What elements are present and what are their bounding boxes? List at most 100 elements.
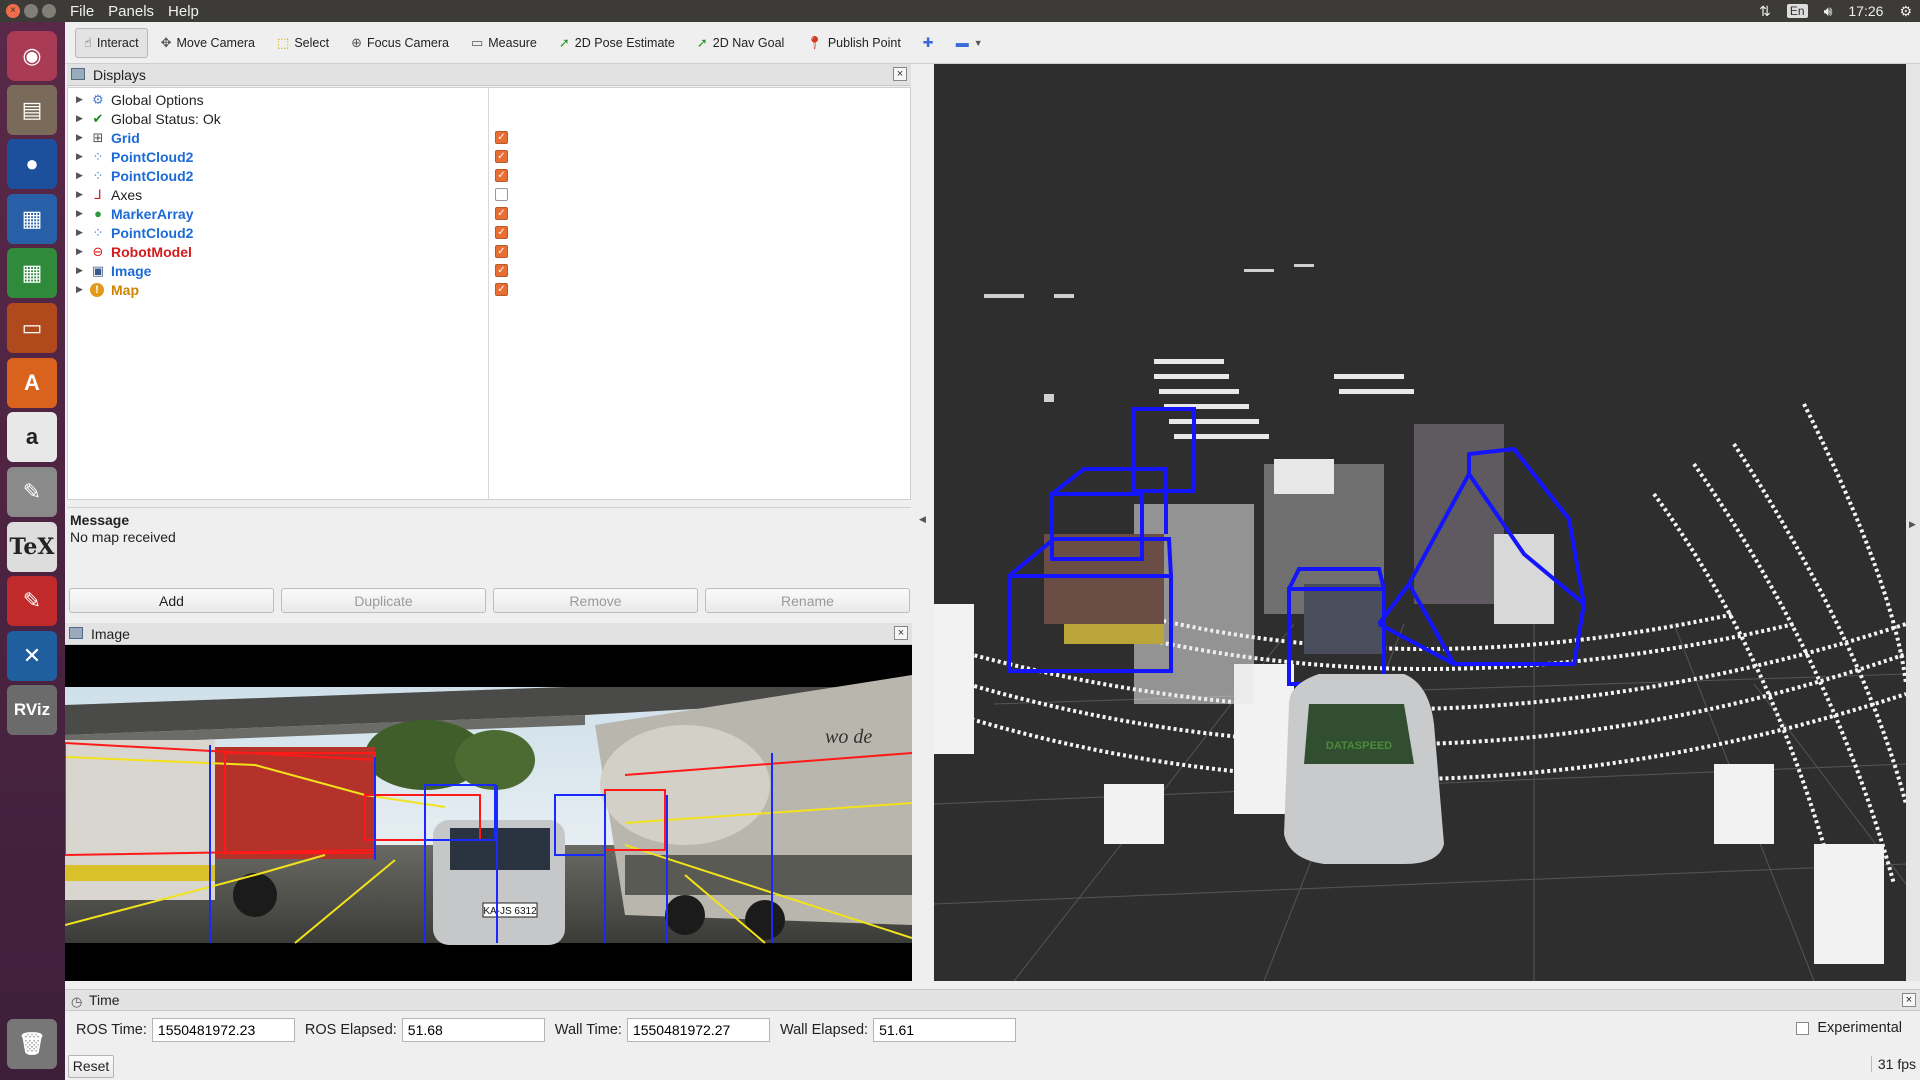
expand-arrow-icon[interactable]: ▶ [76,170,83,181]
tool-select[interactable]: ⬚ Select [268,28,338,58]
experimental-toggle[interactable]: Experimental [1796,1020,1902,1036]
panel-splitter[interactable]: ◀ [912,64,934,981]
close-icon[interactable]: × [1902,993,1916,1007]
menu-help[interactable]: Help [168,3,199,20]
collapse-right-icon[interactable]: ▶ [1909,519,1916,530]
keyboard-layout-indicator[interactable]: En [1786,4,1808,18]
close-icon[interactable]: × [894,626,908,640]
display-enabled-checkbox[interactable]: ✓ [495,169,508,182]
expand-arrow-icon[interactable]: ▶ [76,113,83,124]
wall-elapsed-field[interactable] [873,1018,1017,1042]
wall-time-label: Wall Time: [554,1022,622,1038]
software-center-icon[interactable]: A [7,358,57,408]
display-enabled-checkbox[interactable]: ✓ [495,131,508,144]
display-row[interactable]: ▶ ⁘ PointCloud2 ✓ [68,147,912,166]
menu-panels[interactable]: Panels [108,3,154,20]
ubuntu-dash-icon[interactable]: ◉ [7,31,57,81]
duplicate-button[interactable]: Duplicate [281,588,486,613]
tool-move-camera[interactable]: ✥ Move Camera [152,28,264,58]
display-enabled-checkbox[interactable]: ✓ [495,264,508,277]
expand-arrow-icon[interactable]: ▶ [76,132,83,143]
message-box: Message No map received [67,507,911,581]
wall-time-field[interactable] [626,1018,770,1042]
display-row[interactable]: ▶ ⚙ Global Options [68,90,912,109]
vertical-scrollbar[interactable]: ▶ [1906,64,1920,981]
display-row[interactable]: ▶ ⊞ Grid ✓ [68,128,912,147]
window-maximize-button[interactable] [42,4,56,18]
3d-render-view[interactable]: DATASPEED [934,64,1906,981]
display-row[interactable]: ▶ ● MarkerArray ✓ [68,204,912,223]
menu-file[interactable]: File [70,3,94,20]
texmaker-icon[interactable]: TeX [7,522,57,572]
window-minimize-button[interactable] [24,4,38,18]
calc-icon[interactable]: ▦ [7,248,57,298]
display-enabled-checkbox[interactable]: ✓ [495,245,508,258]
expand-arrow-icon[interactable]: ▶ [76,284,83,295]
display-row-label: Grid [111,129,140,146]
image-panel-title: Image [91,625,130,642]
add-button[interactable]: Add [69,588,274,613]
display-row[interactable]: ▶ ⁘ PointCloud2 ✓ [68,223,912,242]
display-row[interactable]: ▶ ⁘ PointCloud2 ✓ [68,166,912,185]
display-enabled-checkbox[interactable]: ✓ [495,150,508,163]
remove-tool-button[interactable]: ▬ ▼ [947,28,992,58]
message-header: Message [70,512,130,528]
expand-arrow-icon[interactable]: ▶ [76,208,83,219]
window-close-button[interactable]: × [6,4,20,18]
tool-measure[interactable]: ▭ Measure [462,28,546,58]
experimental-checkbox[interactable] [1796,1021,1810,1035]
add-tool-button[interactable]: ✚ [914,28,943,58]
experimental-label: Experimental [1817,1020,1902,1036]
map-pin-icon: 📍︎ [806,34,823,50]
display-row[interactable]: ▶ ▣ Image ✓ [68,261,912,280]
display-row-label: MarkerArray [111,205,194,222]
display-row[interactable]: ▶! Map ✓ [68,280,912,299]
ros-time-field[interactable] [151,1018,295,1042]
display-enabled-checkbox[interactable] [495,188,508,201]
trash-icon[interactable]: 🗑︎ [7,1019,57,1069]
grid-icon: ⊞ [92,129,104,145]
display-enabled-checkbox[interactable]: ✓ [495,283,508,296]
tool-focus-camera[interactable]: ⊕ Focus Camera [342,28,458,58]
volume-icon[interactable]: 🔊︎ [1824,3,1833,20]
rviz-icon[interactable]: RViz [7,685,57,735]
tool-2d-pose-estimate[interactable]: ➚ 2D Pose Estimate [550,28,684,58]
display-row-label: RobotModel [111,243,192,260]
display-row[interactable]: ▶ ✔ Global Status: Ok [68,109,912,128]
rename-button[interactable]: Rename [705,588,910,613]
tool-interact[interactable]: ☝ Interact [75,27,148,58]
camera-image-view[interactable]: wo de KA-JS 6312 [65,645,912,981]
expand-arrow-icon[interactable]: ▶ [76,151,83,162]
system-settings-icon[interactable]: ✎ [7,467,57,517]
evince-icon[interactable]: ✎ [7,576,57,626]
expand-arrow-icon[interactable]: ▶ [76,189,83,200]
display-enabled-checkbox[interactable]: ✓ [495,207,508,220]
expand-arrow-icon[interactable]: ▶ [76,227,83,238]
display-row[interactable]: ▶ ⅃ Axes [68,185,912,204]
settings-gear-icon[interactable]: ⚙ [1899,3,1912,20]
remove-button[interactable]: Remove [493,588,698,613]
network-icon[interactable]: ⇅ [1759,3,1771,20]
image-icon: ▣ [91,262,105,278]
expand-arrow-icon[interactable]: ▶ [76,94,83,105]
reset-button[interactable]: Reset [68,1054,114,1078]
vscode-icon[interactable]: ✕ [7,631,57,681]
expand-arrow-icon[interactable]: ▶ [76,246,83,257]
collapse-left-icon[interactable]: ◀ [919,514,926,525]
image-panel-header: Image × [65,623,912,645]
close-icon[interactable]: × [893,67,907,81]
clock[interactable]: 17:26 [1848,3,1883,19]
writer-icon[interactable]: ▦ [7,194,57,244]
tool-2d-nav-goal[interactable]: ➚ 2D Nav Goal [688,28,793,58]
impress-icon[interactable]: ▭ [7,303,57,353]
expand-arrow-icon[interactable]: ▶ [76,265,83,276]
time-panel-header: ◷ Time × [65,989,1920,1011]
display-enabled-checkbox[interactable]: ✓ [495,226,508,239]
display-row-label: Global Status: Ok [111,110,221,127]
display-row[interactable]: ▶ ⊖ RobotModel ✓ [68,242,912,261]
ros-elapsed-field[interactable] [401,1018,545,1042]
tool-publish-point[interactable]: 📍︎ Publish Point [797,28,909,58]
amazon-icon[interactable]: a [7,412,57,462]
files-icon[interactable]: ▤ [7,85,57,135]
firefox-icon[interactable]: ● [7,139,57,189]
